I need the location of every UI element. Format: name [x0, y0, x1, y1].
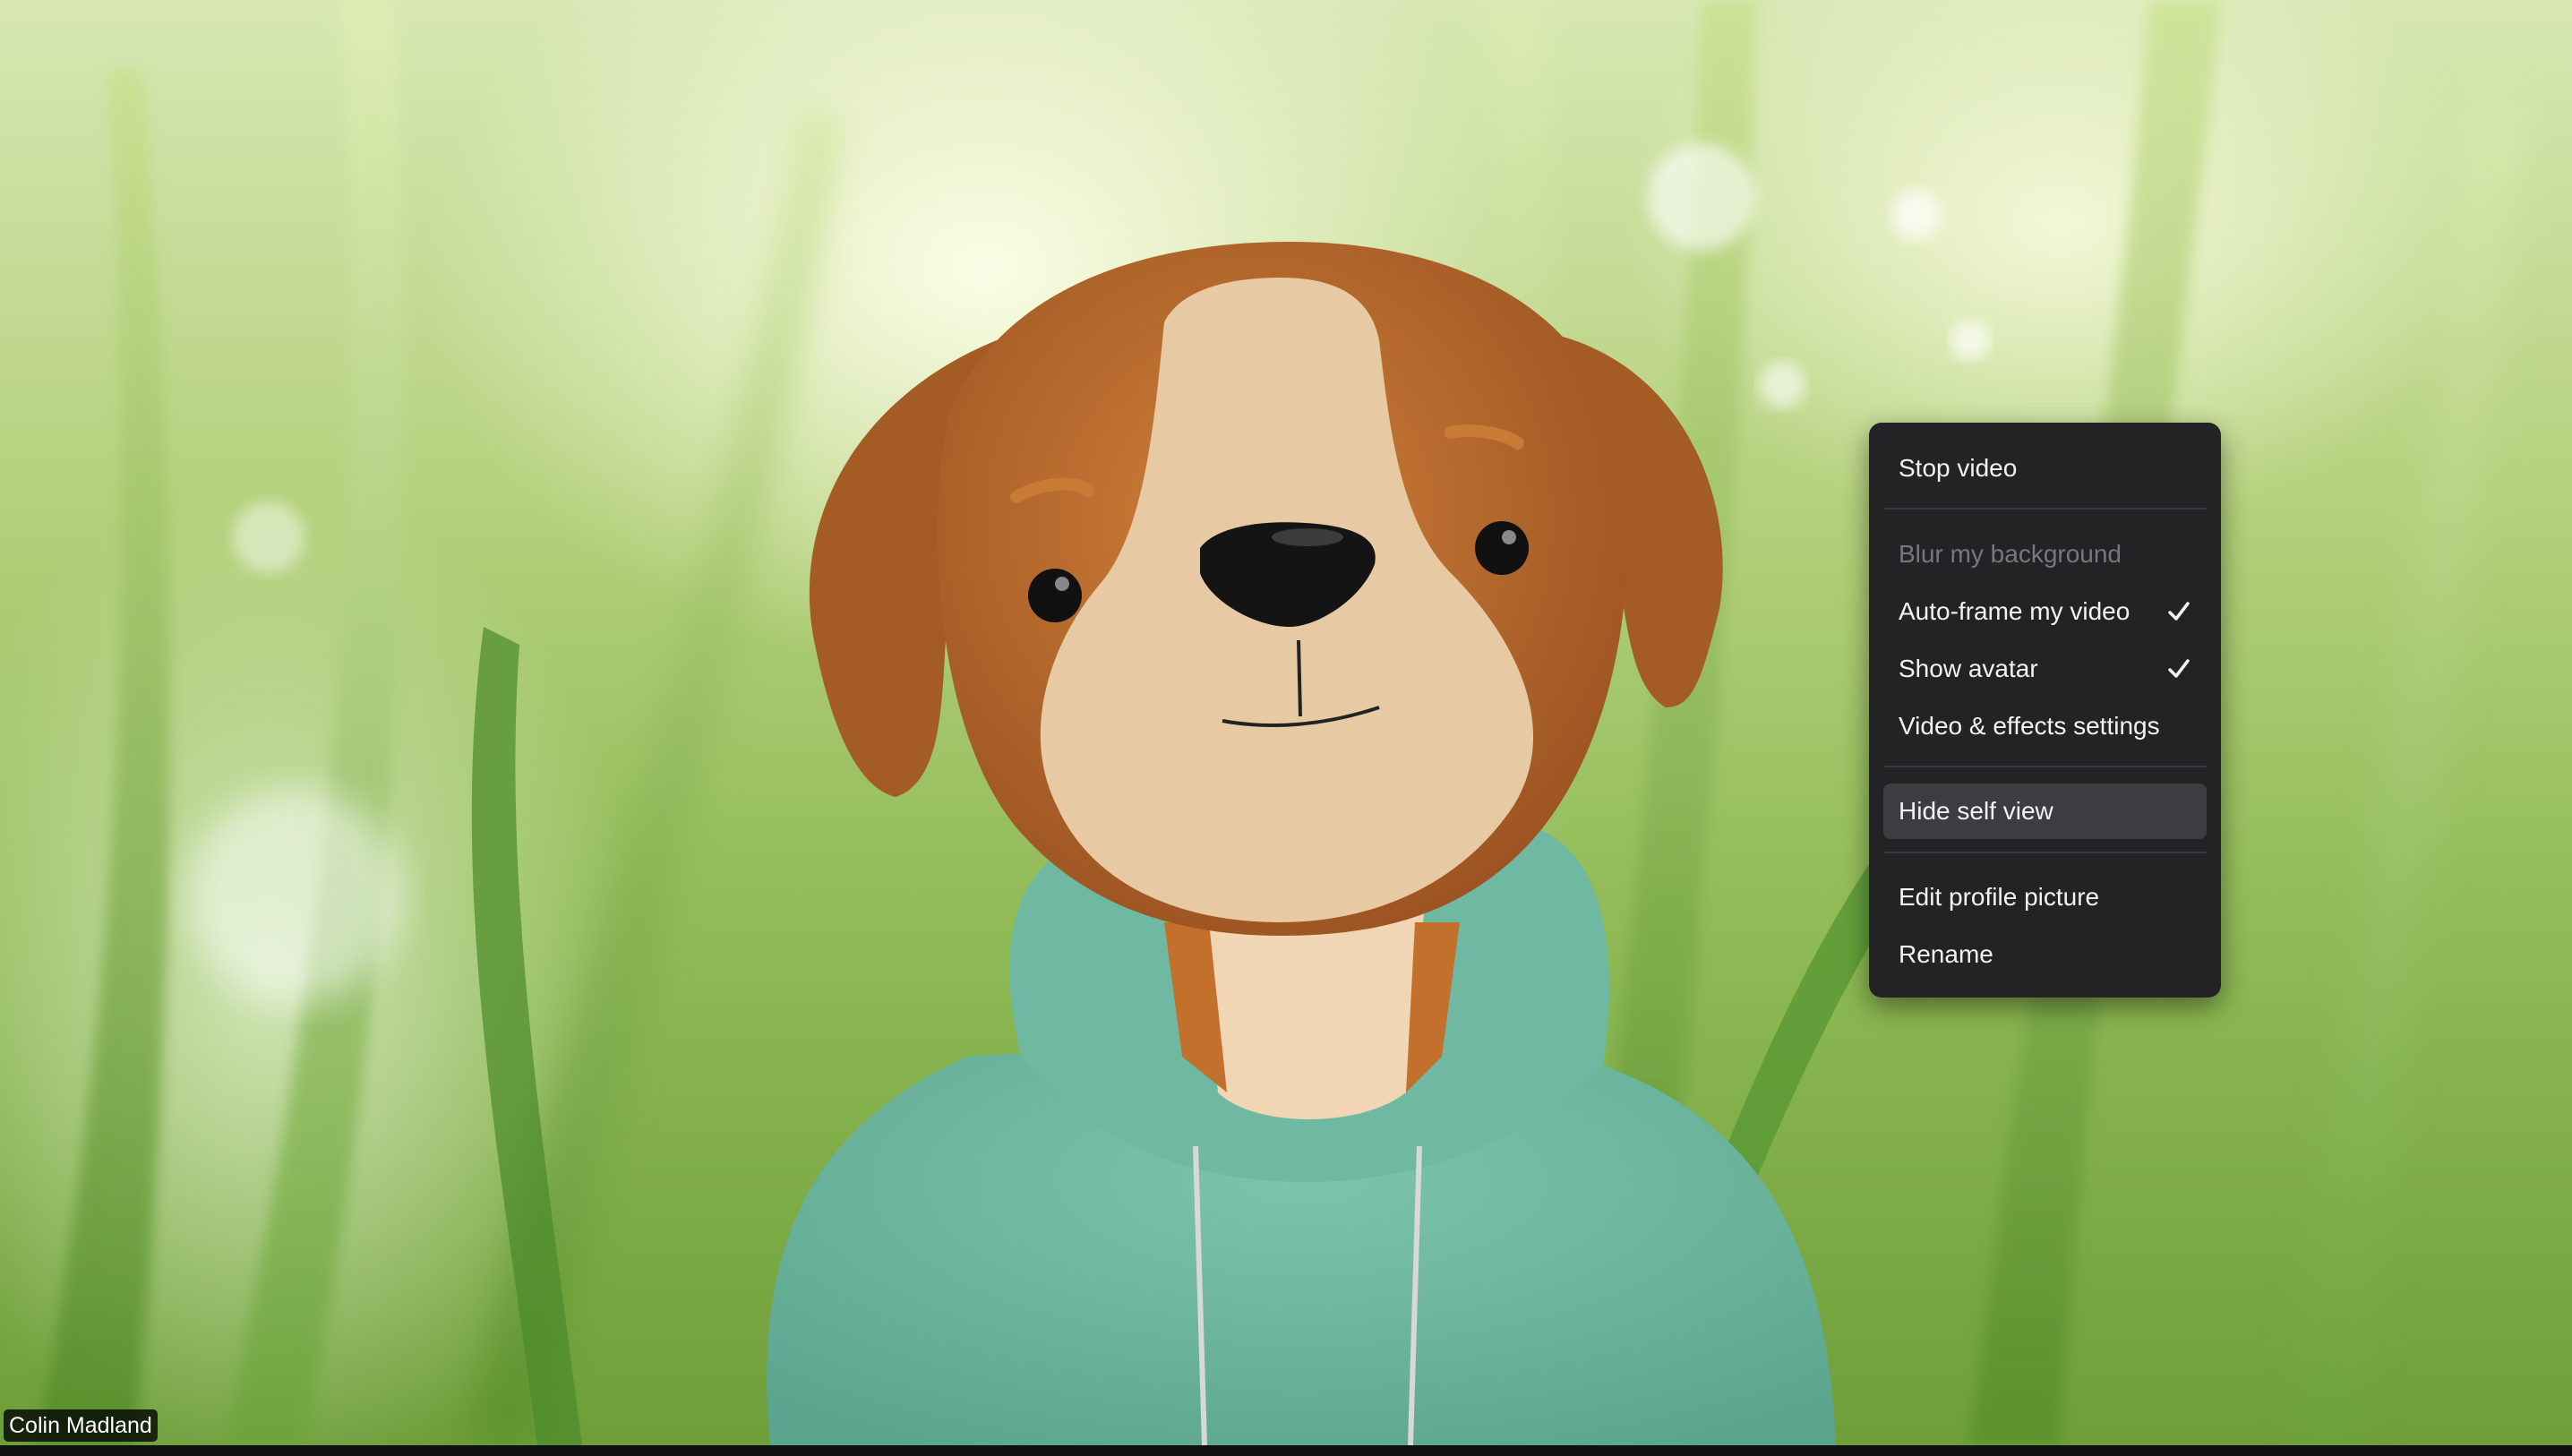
bottom-bar: [0, 1445, 2572, 1456]
rename-menu-item[interactable]: Rename: [1883, 927, 2207, 982]
menu-item-label: Show avatar: [1899, 655, 2038, 682]
video-effects-settings-menu-item[interactable]: Video & effects settings: [1883, 698, 2207, 754]
checkmark-icon: [2168, 602, 2190, 621]
show-avatar-menu-item[interactable]: Show avatar: [1883, 641, 2207, 697]
menu-item-label: Rename: [1899, 940, 1993, 968]
participant-name-label: Colin Madland: [4, 1409, 158, 1442]
menu-separator: [1883, 508, 2207, 510]
blur-background-menu-item: Blur my background: [1883, 527, 2207, 582]
menu-item-label: Blur my background: [1899, 540, 2122, 568]
menu-item-label: Video & effects settings: [1899, 712, 2160, 740]
self-view-context-menu: Stop video Blur my background Auto-frame…: [1869, 423, 2221, 998]
menu-separator: [1883, 766, 2207, 767]
menu-separator: [1883, 852, 2207, 853]
stop-video-menu-item[interactable]: Stop video: [1883, 441, 2207, 496]
menu-item-label: Hide self view: [1899, 797, 2053, 825]
menu-item-label: Stop video: [1899, 454, 2018, 482]
menu-item-label: Auto-frame my video: [1899, 597, 2130, 625]
menu-item-label: Edit profile picture: [1899, 883, 2100, 911]
edit-profile-picture-menu-item[interactable]: Edit profile picture: [1883, 869, 2207, 925]
auto-frame-menu-item[interactable]: Auto-frame my video: [1883, 584, 2207, 639]
checkmark-icon: [2168, 659, 2190, 678]
hide-self-view-menu-item[interactable]: Hide self view: [1883, 784, 2207, 839]
